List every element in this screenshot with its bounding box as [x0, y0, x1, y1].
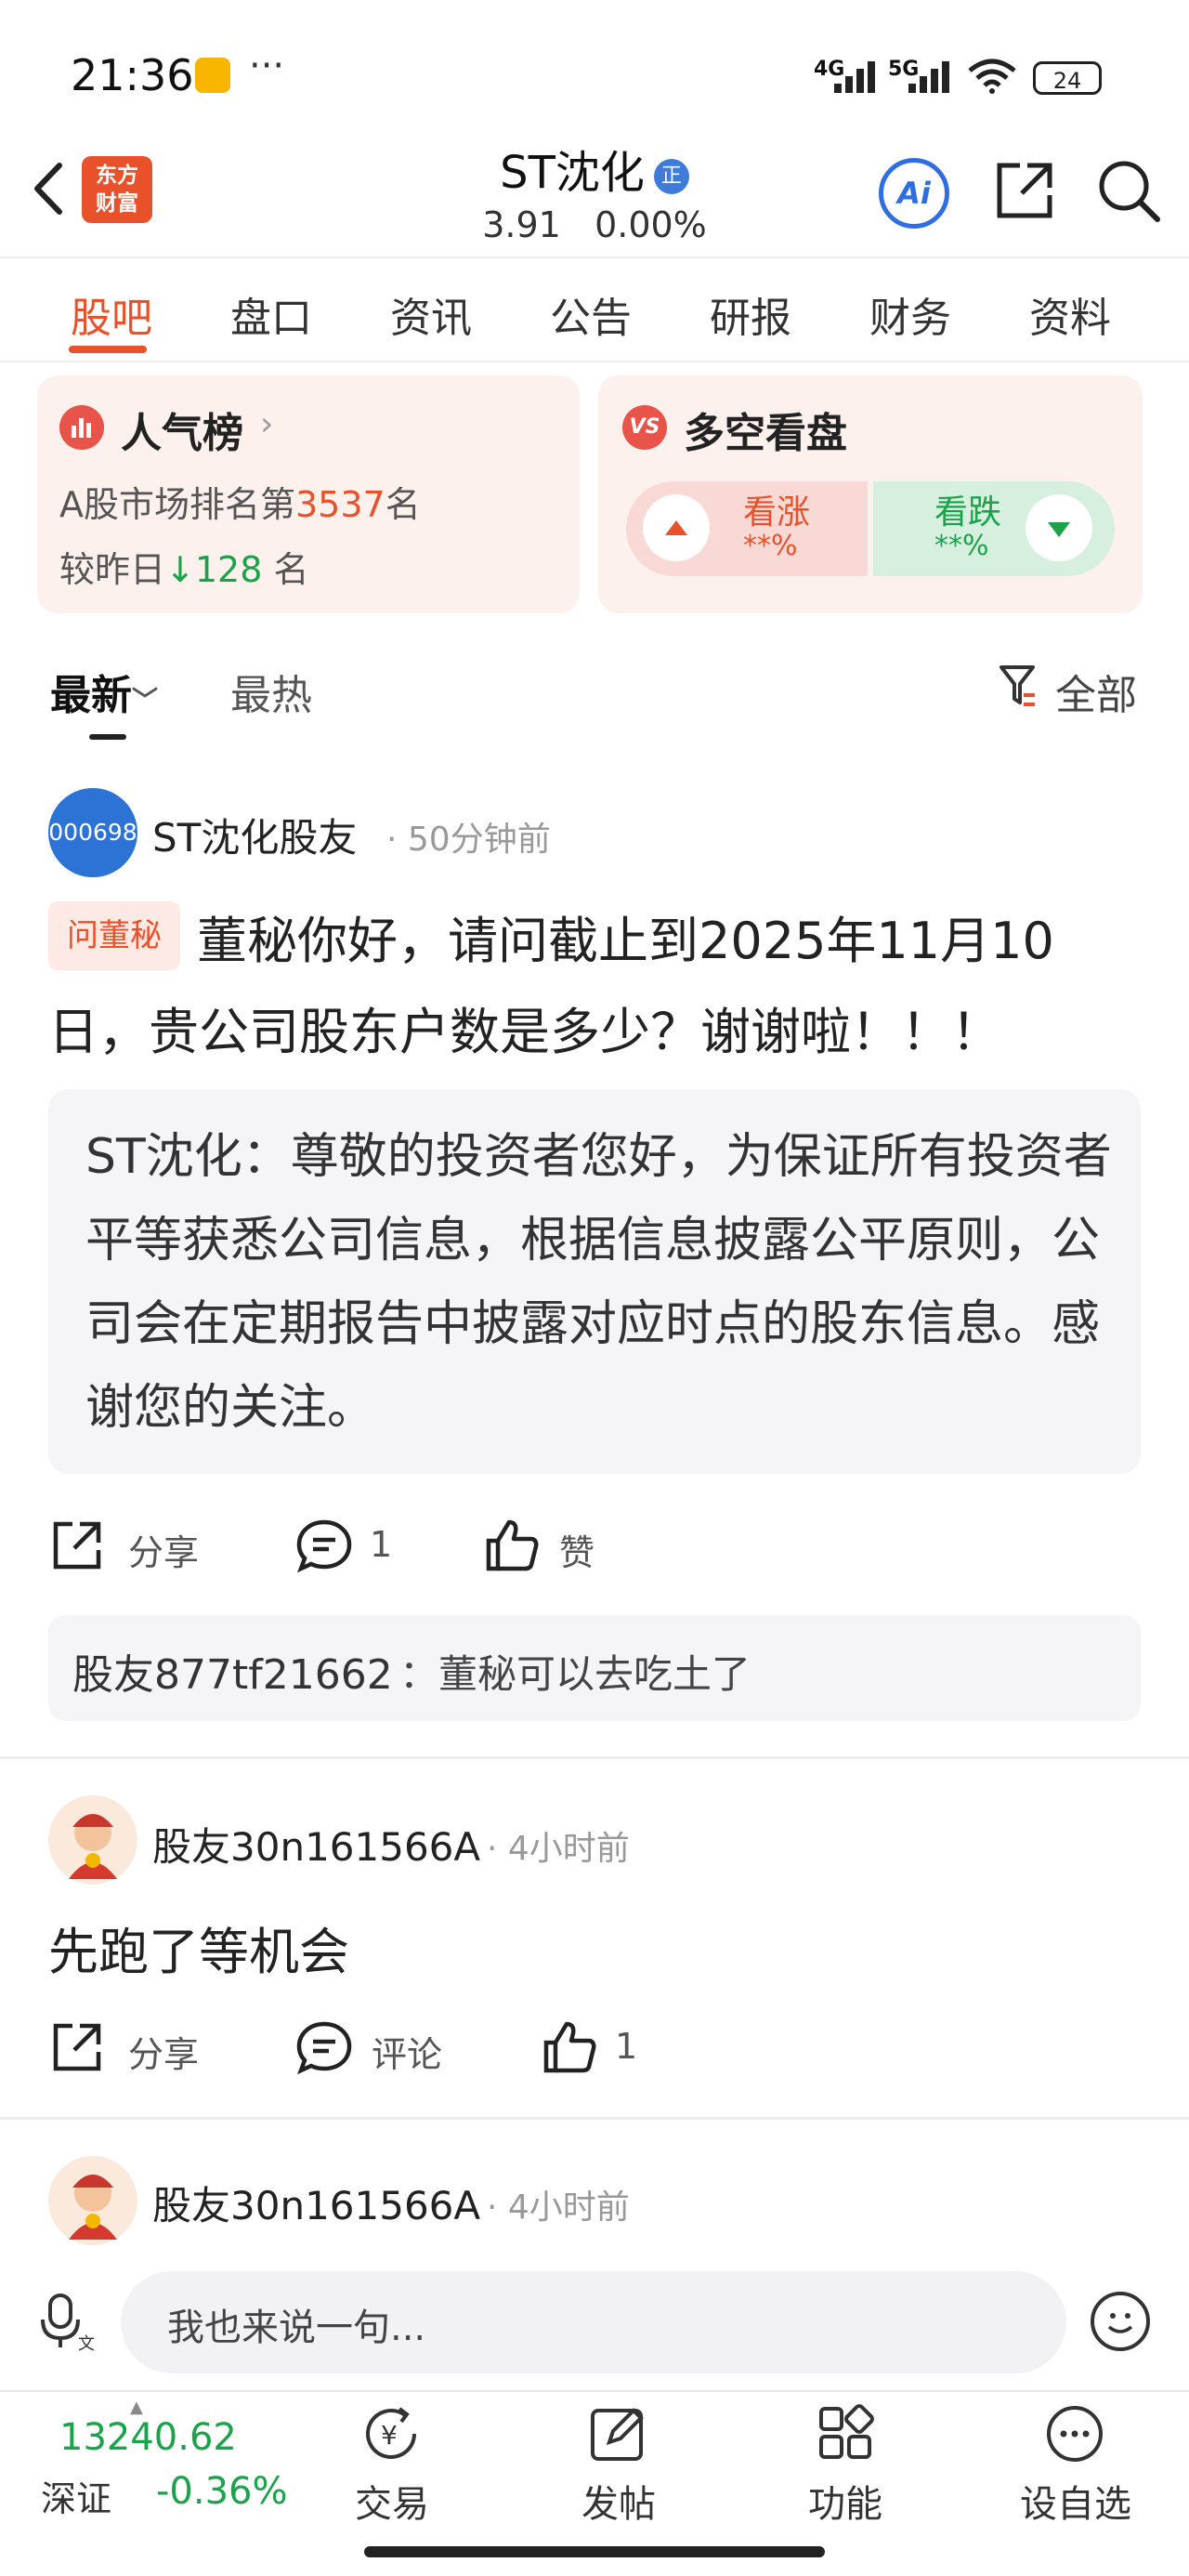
- filter-all-label[interactable]: 全部: [1055, 662, 1137, 721]
- index-change[interactable]: -0.36%: [156, 2470, 288, 2513]
- header-divider: [0, 256, 1189, 258]
- nav-divider: [0, 2390, 1189, 2392]
- bull-label: 看涨: [743, 493, 811, 532]
- expand-up-icon[interactable]: ▲: [130, 2398, 143, 2417]
- svg-text:文: 文: [78, 2334, 95, 2351]
- wifi-icon: [968, 59, 1016, 94]
- like-count[interactable]: 1: [615, 2026, 637, 2067]
- comment-username[interactable]: 股友877tf21662: [72, 1641, 393, 1701]
- avatar[interactable]: 000698: [48, 788, 137, 877]
- post-username[interactable]: 股友30n161566A: [152, 2175, 480, 2231]
- avatar[interactable]: [48, 1795, 137, 1885]
- sort-hottest[interactable]: 最热: [230, 662, 312, 721]
- market-rank: A股市场排名第3537名: [59, 476, 421, 527]
- comment-icon[interactable]: [295, 2018, 353, 2076]
- grid-apps-icon[interactable]: [814, 2401, 879, 2466]
- share-icon[interactable]: [992, 158, 1057, 223]
- share-label[interactable]: 分享: [128, 2026, 199, 2077]
- filter-icon[interactable]: [998, 662, 1039, 712]
- post-username[interactable]: 股友30n161566A: [152, 1816, 480, 1873]
- home-indicator[interactable]: [364, 2546, 825, 2557]
- chevron-right-icon: ›: [260, 405, 274, 443]
- thumbs-up-icon[interactable]: [483, 1517, 541, 1574]
- down-triangle-icon: [1026, 494, 1092, 561]
- bull-percent: **%: [743, 530, 798, 562]
- thumbs-up-icon[interactable]: [541, 2018, 598, 2076]
- signal-icon: [834, 61, 875, 93]
- share-icon[interactable]: [48, 1517, 106, 1574]
- vs-icon: VS: [622, 405, 667, 450]
- status-time: 21:36: [71, 50, 194, 100]
- chevron-down-icon: ﹀: [132, 685, 159, 716]
- nav-trade[interactable]: 交易: [318, 2474, 466, 2528]
- share-label[interactable]: 分享: [128, 1524, 199, 1575]
- avatar[interactable]: [48, 2156, 137, 2245]
- index-value[interactable]: 13240.62: [59, 2416, 237, 2459]
- share-icon[interactable]: [48, 2018, 106, 2076]
- tab-research[interactable]: 研报: [710, 284, 791, 344]
- more-status-icon: ···: [249, 45, 285, 87]
- more-circle-icon[interactable]: [1042, 2401, 1107, 2466]
- bear-label: 看跌: [934, 493, 1002, 532]
- up-triangle-icon: [643, 494, 710, 561]
- like-label[interactable]: 赞: [559, 1524, 594, 1575]
- bear-percent: **%: [934, 530, 989, 562]
- stock-change: 0.00%: [594, 204, 707, 245]
- sort-newest[interactable]: 最新﹀: [50, 662, 158, 721]
- bar-chart-icon: [59, 405, 104, 450]
- diff-prefix: 较昨日: [59, 549, 166, 590]
- post-edit-icon[interactable]: [585, 2401, 650, 2466]
- post-text[interactable]: 先跑了等机会: [48, 1911, 349, 1984]
- rank-change: 较昨日↓128 名: [59, 541, 308, 592]
- comment-text: ：董秘可以去吃土了: [399, 1651, 751, 1697]
- sort-indicator: [89, 734, 126, 740]
- secretary-reply-text: ST沈化：尊敬的投资者您好，为保证所有投资者平等获悉公司信息，根据信息披露公平原…: [85, 1129, 1112, 1436]
- emoji-icon[interactable]: [1091, 2292, 1150, 2351]
- signal-icon-2: [908, 61, 949, 93]
- active-tab-indicator: [69, 346, 147, 353]
- ai-assistant-button[interactable]: Ai: [879, 158, 949, 229]
- nav-add-watchlist[interactable]: 设自选: [1001, 2474, 1150, 2528]
- tab-profile[interactable]: 资料: [1029, 284, 1111, 344]
- ask-secretary-tag: 问董秘: [48, 901, 180, 970]
- nav-functions[interactable]: 功能: [771, 2474, 920, 2528]
- voice-input-icon[interactable]: 文: [37, 2292, 97, 2351]
- diff-suffix: 名: [262, 549, 309, 590]
- index-name[interactable]: 深证: [41, 2470, 111, 2521]
- nav-post[interactable]: 发帖: [544, 2474, 693, 2528]
- verified-badge-icon: 正: [653, 159, 689, 194]
- tabs-divider: [0, 361, 1189, 362]
- post-time: · 4小时前: [487, 1830, 630, 1868]
- rank-value: 3537: [295, 484, 385, 525]
- tab-guba[interactable]: 股吧: [71, 284, 152, 344]
- comment-input-placeholder: 我也来说一句...: [167, 2307, 426, 2349]
- stock-price: 3.91: [482, 204, 561, 245]
- tab-pankou[interactable]: 盘口: [230, 284, 312, 344]
- diff-value: 128: [194, 549, 263, 590]
- comment-icon[interactable]: [295, 1517, 353, 1574]
- trade-icon[interactable]: ¥: [359, 2401, 424, 2466]
- rank-suffix: 名: [385, 484, 421, 525]
- search-icon[interactable]: [1096, 158, 1161, 223]
- stock-name-text: ST沈化: [500, 147, 645, 199]
- post-divider: [0, 2117, 1189, 2120]
- post-username[interactable]: ST沈化股友: [152, 807, 357, 863]
- battery-icon: 24: [1033, 61, 1102, 95]
- post-time: · 50分钟前: [386, 821, 551, 859]
- sort-newest-label: 最新: [50, 672, 132, 719]
- notification-icon: [195, 58, 230, 93]
- post-time: · 4小时前: [487, 2188, 630, 2227]
- rank-prefix: A股市场排名第: [59, 484, 295, 525]
- tab-news[interactable]: 资讯: [390, 284, 472, 344]
- svg-text:¥: ¥: [381, 2420, 398, 2451]
- comment-label[interactable]: 评论: [372, 2026, 442, 2077]
- popularity-title: 人气榜: [121, 410, 243, 457]
- post-divider: [0, 1756, 1189, 1759]
- post-text[interactable]: 董秘你好，请问截止到2025年11月10日，贵公司股东户数是多少？谢谢啦！！！: [48, 896, 1144, 1078]
- comment-count[interactable]: 1: [370, 1524, 392, 1565]
- tab-finance[interactable]: 财务: [869, 284, 951, 344]
- down-arrow-icon: ↓: [165, 549, 195, 590]
- bull-bear-title: 多空看盘: [684, 410, 847, 457]
- tab-announcement[interactable]: 公告: [550, 284, 632, 344]
